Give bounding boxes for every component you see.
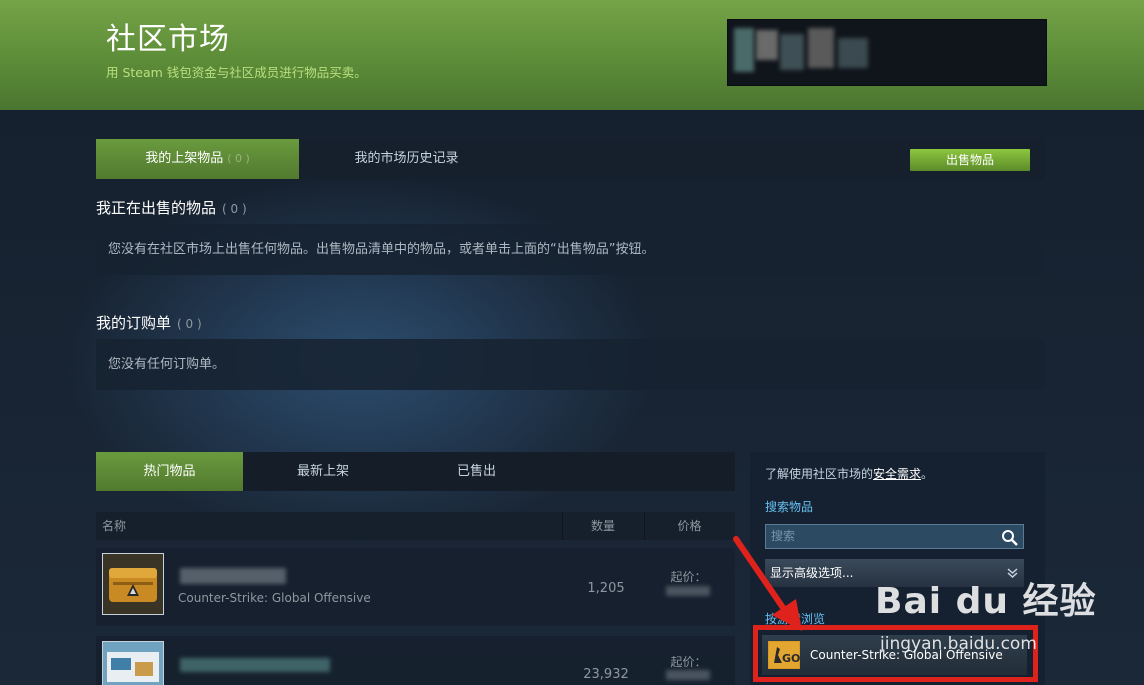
buy-orders-empty-message: 您没有任何订购单。 xyxy=(96,339,1045,390)
tab-my-listings[interactable]: 我的上架物品( 0 ) xyxy=(96,139,299,179)
sticker-capsule-icon xyxy=(103,642,163,685)
tab-new-listings[interactable]: 最新上架 xyxy=(243,452,403,491)
weapon-case-icon xyxy=(103,554,163,614)
market-tabs: 我的上架物品( 0 ) 我的市场历史记录 xyxy=(96,139,1045,179)
page-subtitle: 用 Steam 钱包资金与社区成员进行物品买卖。 xyxy=(106,65,367,80)
section-title-text: 我正在出售的物品 xyxy=(96,199,217,217)
tab-sold[interactable]: 已售出 xyxy=(403,452,550,491)
market-header: 社区市场 用 Steam 钱包资金与社区成员进行物品买卖。 xyxy=(0,0,1144,110)
safety-suffix: 。 xyxy=(921,467,934,481)
buy-orders-section-title: 我的订购单 ( 0 ) xyxy=(96,312,202,333)
item-quantity: 23,932 xyxy=(583,667,629,682)
item-name-redacted xyxy=(180,568,286,584)
search-icon[interactable] xyxy=(1001,529,1018,546)
safety-notice: 了解使用社区市场的安全需求。 xyxy=(765,465,933,482)
item-game-name: Counter-Strike: Global Offensive xyxy=(178,591,371,605)
table-row[interactable]: 23,932 起价： xyxy=(96,636,735,685)
safety-requirements-link[interactable]: 安全需求 xyxy=(873,467,921,481)
search-heading: 搜索物品 xyxy=(765,500,814,514)
red-arrow-icon xyxy=(733,536,802,631)
safety-prefix: 了解使用社区市场的 xyxy=(765,467,874,481)
table-row[interactable]: Counter-Strike: Global Offensive 1,205 起… xyxy=(96,548,735,626)
tab-count: ( 0 ) xyxy=(227,152,250,165)
page-title: 社区市场 xyxy=(106,22,230,57)
tab-popular[interactable]: 热门物品 xyxy=(96,452,243,491)
item-name-redacted xyxy=(180,658,330,672)
item-thumbnail xyxy=(102,553,164,615)
selling-section-title: 我正在出售的物品 ( 0 ) xyxy=(96,197,247,218)
baidu-watermark: Bai du 经验 xyxy=(875,581,1097,622)
baidu-watermark-url: jingyan.baidu.com xyxy=(880,634,1037,654)
item-thumbnail xyxy=(102,641,164,685)
table-header: 名称 数量 价格 xyxy=(96,512,735,540)
listing-tabs: 热门物品 最新上架 已售出 xyxy=(96,452,735,491)
item-price-redacted xyxy=(666,670,710,680)
column-price[interactable]: 价格 xyxy=(644,512,735,540)
column-name[interactable]: 名称 xyxy=(102,512,126,540)
section-title-text: 我的订购单 xyxy=(96,314,172,332)
item-price-redacted xyxy=(666,586,710,596)
column-quantity[interactable]: 数量 xyxy=(562,512,644,540)
item-price-label: 起价： xyxy=(670,570,707,584)
selling-empty-message: 您没有在社区市场上出售任何物品。出售物品清单中的物品，或者单击上面的“出售物品”… xyxy=(96,224,1045,275)
sell-item-button[interactable]: 出售物品 xyxy=(910,149,1030,171)
item-price-label: 起价： xyxy=(670,655,707,669)
item-quantity: 1,205 xyxy=(587,581,625,596)
tab-label: 我的市场历史记录 xyxy=(354,151,459,166)
tab-label: 我的上架物品 xyxy=(145,151,224,166)
tab-market-history[interactable]: 我的市场历史记录 xyxy=(299,139,514,179)
section-count: ( 0 ) xyxy=(177,317,202,331)
section-count: ( 0 ) xyxy=(222,202,247,216)
wallet-balance-box xyxy=(727,19,1047,86)
